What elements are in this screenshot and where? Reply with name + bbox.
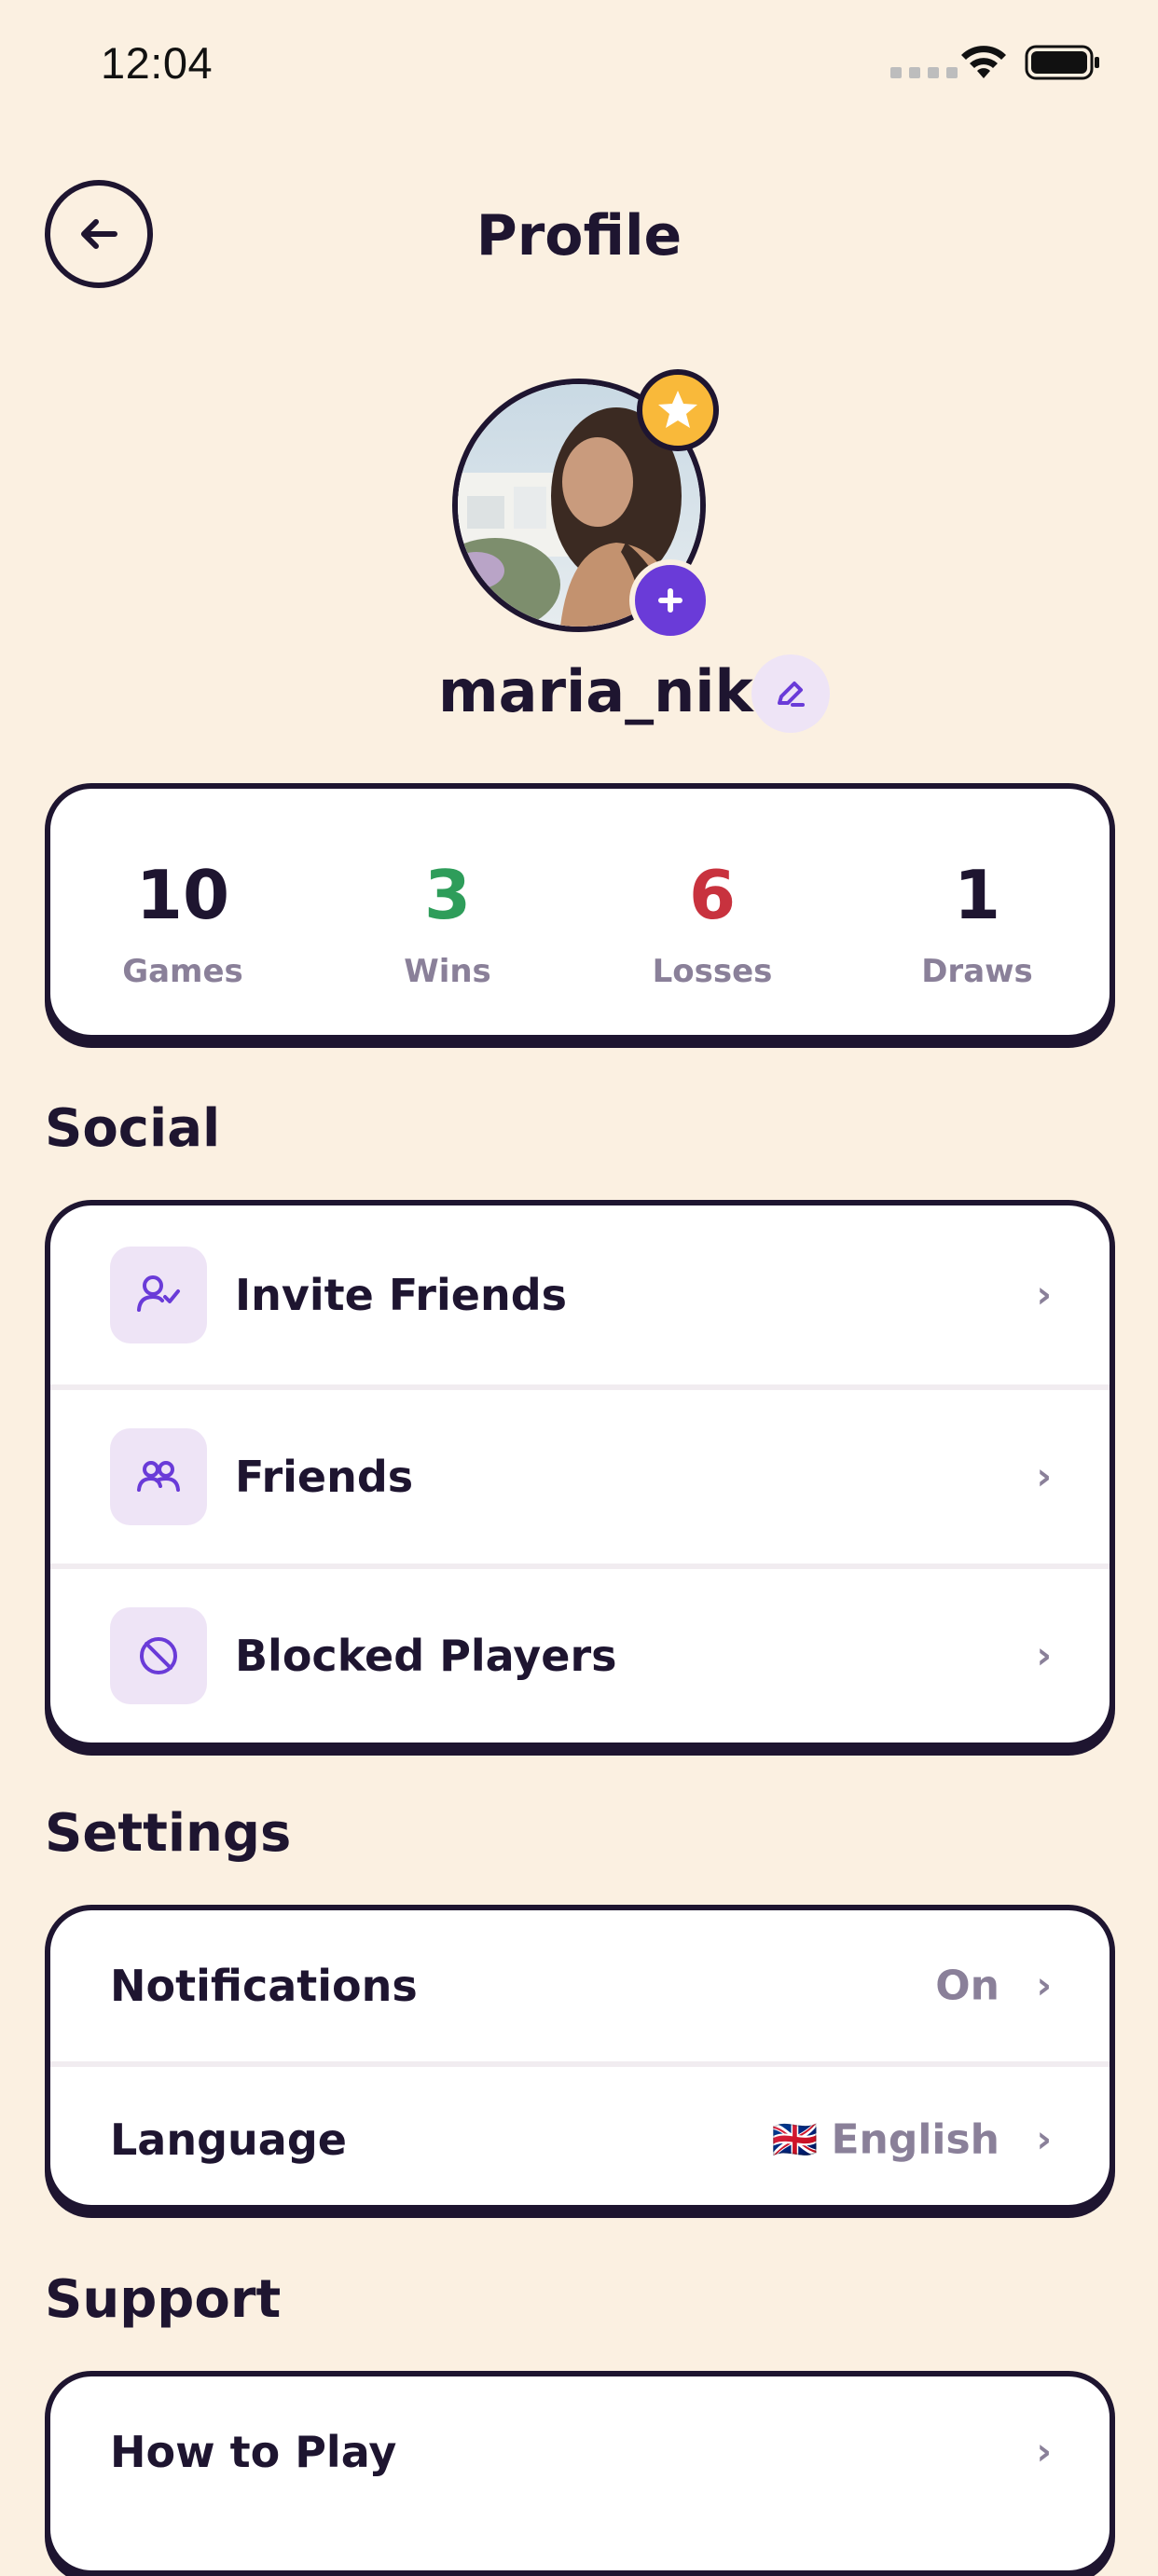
language-name: English: [831, 2115, 999, 2164]
users-icon: [110, 1428, 207, 1525]
row-label: Language: [110, 2115, 347, 2165]
stat-label: Wins: [404, 953, 491, 990]
settings-card: Notifications On › Language 🇬🇧 English ›: [45, 1905, 1115, 2211]
stat-value: 1: [953, 856, 1001, 934]
username: maria_nik: [438, 657, 753, 725]
language-value: 🇬🇧 English: [772, 2116, 999, 2164]
support-card: How to Play ›: [45, 2371, 1115, 2576]
stat-value: 10: [135, 856, 230, 934]
friends-row[interactable]: Friends ›: [50, 1384, 1110, 1564]
cellular-signal-icon: [890, 67, 958, 78]
block-icon: [110, 1607, 207, 1704]
wifi-icon: [958, 43, 1009, 84]
edit-username-button[interactable]: [751, 654, 830, 733]
chevron-right-icon: ›: [1036, 1274, 1052, 1316]
star-badge: [637, 369, 719, 451]
stats-card: 10 Games 3 Wins 6 Losses 1 Draws: [45, 783, 1115, 1040]
chevron-right-icon: ›: [1036, 2431, 1052, 2473]
notifications-value: On: [935, 1962, 999, 2010]
stat-losses: 6 Losses: [580, 789, 845, 1035]
stat-label: Losses: [652, 953, 773, 990]
social-card: Invite Friends › Friends › Blocked Playe…: [45, 1200, 1115, 1748]
stat-value: 6: [688, 856, 737, 934]
uk-flag-icon: 🇬🇧: [771, 2118, 819, 2162]
row-label: Notifications: [110, 1961, 418, 2011]
row-label: Friends: [235, 1452, 414, 1502]
chevron-right-icon: ›: [1036, 1634, 1052, 1677]
stat-value: 3: [423, 856, 472, 934]
how-to-play-row[interactable]: How to Play ›: [50, 2376, 1110, 2528]
user-check-icon: [110, 1247, 207, 1343]
notifications-row[interactable]: Notifications On ›: [50, 1910, 1110, 2061]
chevron-right-icon: ›: [1036, 2118, 1052, 2161]
plus-icon: [658, 588, 682, 613]
status-time: 12:04: [101, 38, 214, 88]
add-photo-button[interactable]: [629, 559, 711, 641]
stat-draws: 1 Draws: [845, 789, 1110, 1035]
invite-friends-row[interactable]: Invite Friends ›: [50, 1205, 1110, 1384]
stat-wins: 3 Wins: [315, 789, 580, 1035]
section-title-settings: Settings: [45, 1803, 292, 1864]
stat-label: Draws: [921, 953, 1033, 990]
row-label: Blocked Players: [235, 1631, 617, 1681]
stat-games: 10 Games: [50, 789, 315, 1035]
star-icon: [658, 391, 697, 428]
pencil-icon: [778, 682, 805, 707]
page-title: Profile: [476, 203, 682, 269]
section-title-support: Support: [45, 2269, 282, 2330]
chevron-right-icon: ›: [1036, 1455, 1052, 1498]
language-row[interactable]: Language 🇬🇧 English ›: [50, 2061, 1110, 2205]
blocked-players-row[interactable]: Blocked Players ›: [50, 1564, 1110, 1743]
chevron-right-icon: ›: [1036, 1964, 1052, 2007]
section-title-social: Social: [45, 1098, 221, 1159]
row-label: How to Play: [110, 2427, 397, 2477]
row-label: Invite Friends: [235, 1270, 568, 1320]
stat-label: Games: [122, 953, 243, 990]
battery-icon: [1025, 45, 1101, 84]
